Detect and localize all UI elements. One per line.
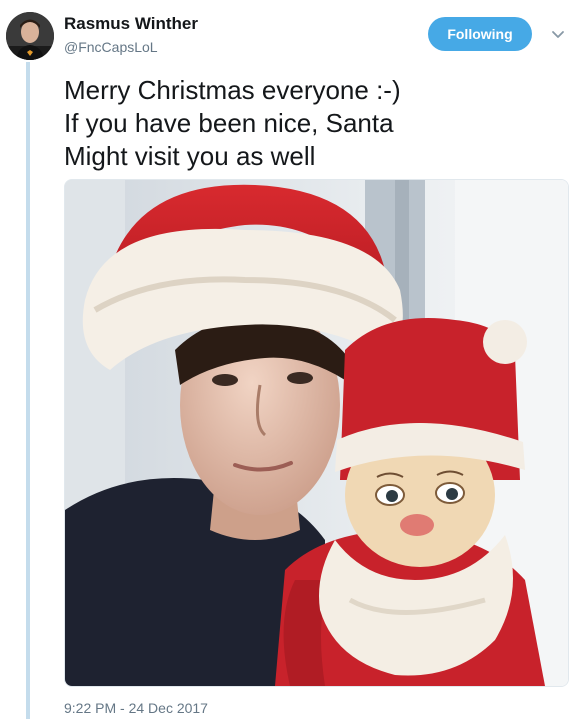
display-name[interactable]: Rasmus Winther — [64, 14, 198, 34]
tweet-text-line: Might visit you as well — [64, 141, 316, 171]
following-button[interactable]: Following — [428, 17, 532, 51]
tweet-text: Merry Christmas everyone :-) If you have… — [64, 74, 534, 173]
tweet-text-line: Merry Christmas everyone :-) — [64, 75, 401, 105]
tweet-photo[interactable] — [64, 179, 569, 687]
tweet-text-line: If you have been nice, Santa — [64, 108, 394, 138]
chevron-down-icon[interactable] — [550, 27, 566, 43]
avatar[interactable] — [6, 12, 54, 60]
thread-line — [26, 62, 30, 719]
tweet-timestamp[interactable]: 9:22 PM - 24 Dec 2017 — [64, 700, 208, 716]
user-handle[interactable]: @FncCapsLoL — [64, 39, 158, 55]
tweet-card: Rasmus Winther @FncCapsLoL Following Mer… — [0, 0, 576, 719]
